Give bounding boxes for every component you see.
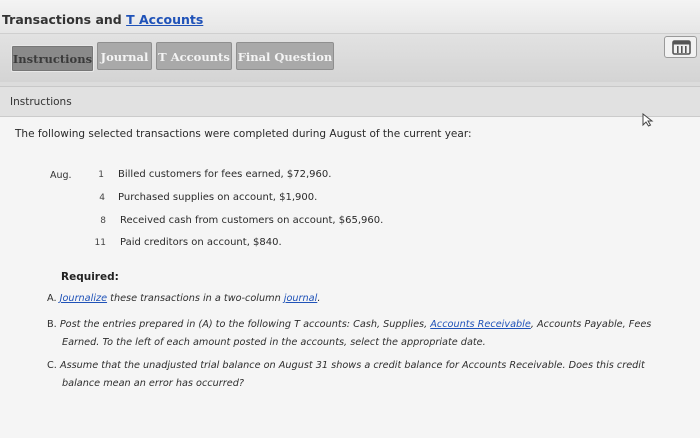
transaction-text: Billed customers for fees earned, $72,96… bbox=[118, 169, 332, 180]
requirement-text: , Accounts Payable, Fees bbox=[530, 319, 652, 330]
requirement-label: A. bbox=[47, 293, 57, 304]
notepad-icon bbox=[672, 40, 691, 55]
mouse-cursor-icon bbox=[642, 113, 654, 127]
accounts-receivable-link[interactable]: Accounts Receivable bbox=[430, 319, 531, 330]
transaction-day: 4 bbox=[99, 193, 105, 203]
panel-header: Instructions bbox=[0, 87, 700, 117]
transaction-text: Purchased supplies on account, $1,900. bbox=[118, 192, 318, 203]
page-title-text: Transactions and bbox=[2, 12, 127, 27]
requirement-text: . bbox=[317, 293, 321, 304]
requirement-c: C. Assume that the unadjusted trial bala… bbox=[47, 356, 645, 375]
required-heading: Required: bbox=[61, 271, 119, 283]
tab-t-accounts[interactable]: T Accounts bbox=[156, 42, 232, 70]
tab-instructions[interactable]: Instructions bbox=[11, 45, 94, 72]
requirement-label: B. bbox=[47, 319, 57, 330]
panel-header-label: Instructions bbox=[10, 96, 72, 108]
requirement-b-line2: Earned. To the left of each amount poste… bbox=[62, 337, 486, 348]
journal-link[interactable]: journal bbox=[284, 293, 318, 304]
title-bar: Transactions and T Accounts bbox=[0, 0, 700, 34]
journalize-link[interactable]: Journalize bbox=[60, 293, 107, 304]
transaction-day: 1 bbox=[98, 170, 104, 180]
transaction-text: Received cash from customers on account,… bbox=[120, 215, 384, 226]
requirement-text: Assume that the unadjusted trial balance… bbox=[59, 360, 645, 371]
tab-bar: Instructions Journal T Accounts Final Qu… bbox=[0, 34, 700, 82]
transaction-day: 8 bbox=[100, 216, 106, 226]
requirement-b: B. Post the entries prepared in (A) to t… bbox=[47, 315, 651, 334]
requirement-text: Post the entries prepared in (A) to the … bbox=[59, 319, 431, 330]
transaction-text: Paid creditors on account, $840. bbox=[120, 237, 282, 248]
instructions-panel: Instructions The following selected tran… bbox=[0, 86, 700, 438]
requirement-label: C. bbox=[47, 360, 57, 371]
intro-text: The following selected transactions were… bbox=[15, 128, 472, 140]
requirement-a: A. Journalize these transactions in a tw… bbox=[47, 289, 320, 308]
requirement-c-line2: balance mean an error has occurred? bbox=[62, 378, 244, 389]
transaction-day: 11 bbox=[94, 238, 106, 248]
page-title: Transactions and T Accounts bbox=[2, 12, 203, 27]
notepad-button[interactable] bbox=[664, 36, 697, 58]
requirement-text: these transactions in a two-column bbox=[107, 293, 284, 304]
tab-journal[interactable]: Journal bbox=[97, 42, 152, 70]
month-label: Aug. bbox=[50, 170, 72, 181]
t-accounts-title-link[interactable]: T Accounts bbox=[126, 12, 203, 27]
tab-final-question[interactable]: Final Question bbox=[236, 42, 334, 70]
